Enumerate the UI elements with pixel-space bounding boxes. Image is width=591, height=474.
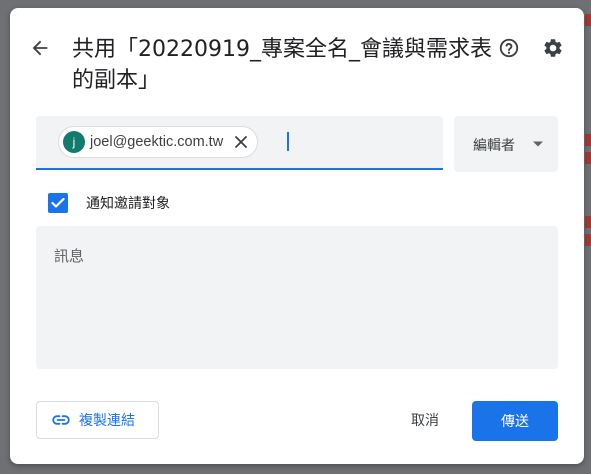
cancel-button[interactable]: 取消 xyxy=(396,401,454,439)
settings-button[interactable] xyxy=(539,34,567,62)
help-circle-icon xyxy=(499,38,519,58)
notify-label: 通知邀請對象 xyxy=(86,196,170,212)
backdrop-text-fragment xyxy=(585,216,591,228)
copy-link-button[interactable]: 複製連結 xyxy=(36,401,159,439)
dialog-title: 共用「20220919_專案全名_會議與需求表 的副本」 xyxy=(72,37,492,93)
send-button[interactable]: 傳送 xyxy=(472,401,558,441)
notify-option: 通知邀請對象 xyxy=(48,191,170,215)
remove-recipient-button[interactable] xyxy=(231,132,251,152)
notify-checkbox[interactable] xyxy=(48,193,68,213)
recipient-input[interactable]: j joel@geektic.com.tw xyxy=(36,116,443,170)
role-dropdown[interactable]: 編輯者 xyxy=(454,116,558,172)
recipient-email: joel@geektic.com.tw xyxy=(90,134,224,150)
help-button[interactable] xyxy=(495,34,523,62)
message-field[interactable]: 訊息 xyxy=(36,226,558,369)
role-selected-value: 編輯者 xyxy=(473,138,515,154)
message-placeholder: 訊息 xyxy=(54,247,85,265)
arrow-back-icon xyxy=(32,40,48,56)
dropdown-arrow-icon xyxy=(533,141,543,147)
share-dialog: 共用「20220919_專案全名_會議與需求表 的副本」 j joel@geek… xyxy=(10,8,584,464)
backdrop-text-fragment xyxy=(585,234,591,246)
backdrop-text-fragment xyxy=(585,14,591,26)
recipient-chip[interactable]: j joel@geektic.com.tw xyxy=(58,126,259,158)
copy-link-label: 複製連結 xyxy=(79,413,135,429)
close-icon xyxy=(235,136,248,148)
back-button[interactable] xyxy=(24,32,56,64)
backdrop-text-fragment xyxy=(585,152,591,164)
text-cursor xyxy=(287,132,289,151)
link-icon xyxy=(51,410,71,430)
checkmark-icon xyxy=(51,197,65,208)
gear-icon xyxy=(544,39,562,57)
backdrop-text-fragment xyxy=(585,134,591,146)
avatar: j xyxy=(63,131,85,153)
